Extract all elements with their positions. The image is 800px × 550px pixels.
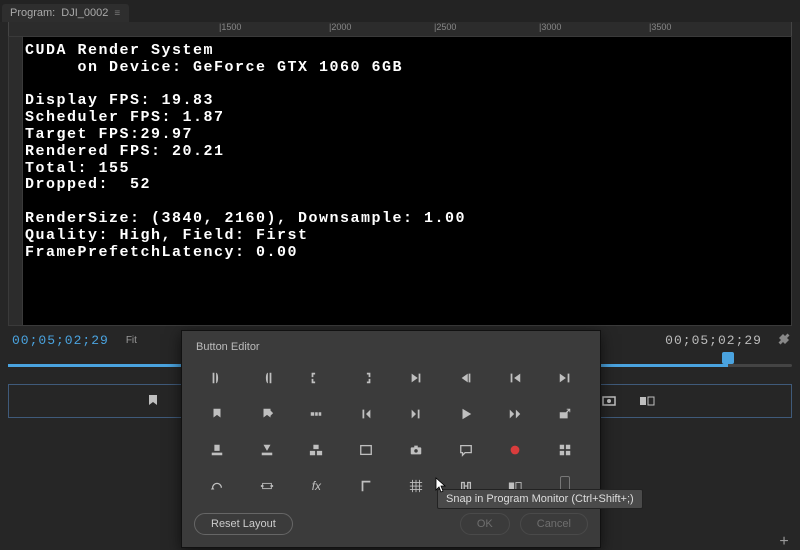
go-to-out-icon[interactable] bbox=[441, 363, 491, 393]
debug-line: on Device: GeForce GTX 1060 6GB bbox=[25, 59, 403, 76]
ruler-tick: |1500 bbox=[219, 22, 241, 32]
debug-line: Dropped: 52 bbox=[25, 176, 151, 193]
overwrite-icon[interactable] bbox=[242, 435, 292, 465]
tab-prefix: Program: bbox=[10, 7, 55, 19]
playhead-to-marker-icon[interactable] bbox=[242, 399, 292, 429]
program-monitor-panel: Program: DJI_0002 ≡ |1500 |2000 |2500 |3… bbox=[0, 0, 800, 550]
debug-line: Display FPS: 19.83 bbox=[25, 92, 214, 109]
ruler-tick: |3500 bbox=[649, 22, 671, 32]
export-clip-icon[interactable] bbox=[540, 399, 590, 429]
clear-out-icon[interactable] bbox=[341, 363, 391, 393]
loop-icon[interactable] bbox=[192, 471, 242, 501]
export-frame-icon[interactable] bbox=[600, 392, 618, 410]
debug-line: FramePrefetchLatency: 0.00 bbox=[25, 244, 298, 261]
ruler-tool-icon[interactable] bbox=[341, 471, 391, 501]
playhead[interactable] bbox=[722, 352, 734, 364]
settings-icon[interactable] bbox=[776, 331, 792, 350]
debug-line: Rendered FPS: 20.21 bbox=[25, 143, 225, 160]
debug-line: Scheduler FPS: 1.87 bbox=[25, 109, 225, 126]
add-marker-icon[interactable] bbox=[144, 392, 162, 410]
duration-timecode: 00;05;02;29 bbox=[665, 333, 762, 348]
button-editor-modal: Button Editor bbox=[181, 330, 601, 548]
multicam-icon[interactable] bbox=[540, 435, 590, 465]
debug-line: CUDA Render System bbox=[25, 42, 214, 59]
ok-button[interactable]: OK bbox=[460, 513, 510, 535]
debug-line: Target FPS:29.97 bbox=[25, 126, 193, 143]
mark-out-icon[interactable] bbox=[242, 363, 292, 393]
play-icon[interactable] bbox=[441, 399, 491, 429]
go-next-marker-icon[interactable] bbox=[540, 363, 590, 393]
go-prev-marker-icon[interactable] bbox=[491, 363, 541, 393]
mark-in-icon[interactable] bbox=[192, 363, 242, 393]
prev-edit-icon[interactable] bbox=[292, 399, 342, 429]
monitor-footer: 00;05;02;29 Fit 00;05;02;29 | bbox=[8, 328, 792, 550]
ruler-tick: |2500 bbox=[434, 22, 456, 32]
comment-icon[interactable] bbox=[441, 435, 491, 465]
safe-margins-icon[interactable] bbox=[341, 435, 391, 465]
horizontal-ruler: |1500 |2000 |2500 |3000 |3500 bbox=[8, 22, 792, 36]
video-monitor[interactable]: CUDA Render System on Device: GeForce GT… bbox=[23, 37, 791, 325]
tooltip: Snap in Program Monitor (Ctrl+Shift+;) bbox=[437, 489, 643, 509]
debug-line: Total: 155 bbox=[25, 160, 130, 177]
link-icon[interactable] bbox=[292, 435, 342, 465]
panel-menu-icon[interactable]: ≡ bbox=[114, 8, 121, 19]
record-icon[interactable] bbox=[491, 435, 541, 465]
reset-layout-button[interactable]: Reset Layout bbox=[194, 513, 293, 535]
camera-icon[interactable] bbox=[391, 435, 441, 465]
step-back-icon[interactable] bbox=[341, 399, 391, 429]
clear-in-icon[interactable] bbox=[292, 363, 342, 393]
vertical-ruler bbox=[9, 37, 23, 325]
proxy-icon[interactable] bbox=[242, 471, 292, 501]
insert-icon[interactable] bbox=[192, 435, 242, 465]
current-timecode[interactable]: 00;05;02;29 bbox=[12, 333, 109, 348]
grid-icon[interactable] bbox=[391, 471, 441, 501]
debug-line: RenderSize: (3840, 2160), Downsample: 1.… bbox=[25, 210, 466, 227]
ruler-tick: |2000 bbox=[329, 22, 351, 32]
ruler-tick: |3000 bbox=[539, 22, 561, 32]
program-tab[interactable]: Program: DJI_0002 ≡ bbox=[2, 4, 129, 22]
comparison-icon[interactable] bbox=[638, 392, 656, 410]
tab-title: DJI_0002 bbox=[61, 7, 108, 19]
modal-title: Button Editor bbox=[182, 331, 600, 359]
tab-bar: Program: DJI_0002 ≡ bbox=[0, 0, 800, 22]
add-marker-icon[interactable] bbox=[192, 399, 242, 429]
monitor-area: CUDA Render System on Device: GeForce GT… bbox=[8, 36, 792, 326]
cancel-button[interactable]: Cancel bbox=[520, 513, 588, 535]
debug-line: Quality: High, Field: First bbox=[25, 227, 309, 244]
fx-icon[interactable]: fx bbox=[292, 471, 342, 501]
modal-button-row: Reset Layout OK Cancel bbox=[182, 511, 600, 535]
play-around-icon[interactable] bbox=[491, 399, 541, 429]
step-fwd2-icon[interactable] bbox=[391, 399, 441, 429]
zoom-fit-dropdown[interactable]: Fit bbox=[119, 332, 144, 349]
go-to-in-icon[interactable] bbox=[391, 363, 441, 393]
button-editor-open[interactable]: + bbox=[774, 532, 794, 550]
